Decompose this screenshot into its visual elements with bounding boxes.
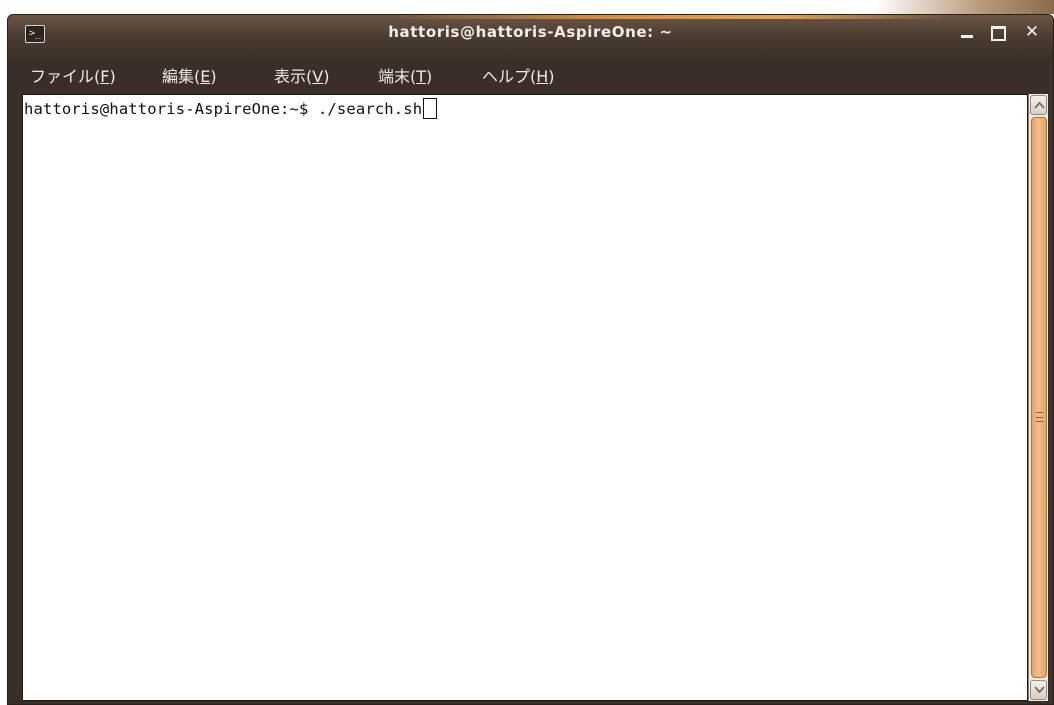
menu-help-mnemonic: H <box>536 67 549 86</box>
menu-file-label: ファイル( <box>30 67 101 86</box>
chevron-up-icon <box>1034 101 1045 109</box>
menu-help-suffix: ) <box>548 67 555 86</box>
menu-edit-mnemonic: E <box>200 67 211 86</box>
menu-terminal-mnemonic: T <box>416 67 427 86</box>
command-line: hattoris@hattoris-AspireOne:~$ ./search.… <box>24 98 438 120</box>
menu-terminal-suffix: ) <box>426 67 433 86</box>
menu-file[interactable]: ファイル(F) <box>30 66 116 88</box>
shell-prompt: hattoris@hattoris-AspireOne:~$ <box>24 100 318 118</box>
chevron-down-icon <box>1034 686 1045 694</box>
menu-bar: ファイル(F) 編集(E) 表示(V) 端末(T) ヘルプ(H) <box>8 63 1053 91</box>
menu-edit[interactable]: 編集(E) <box>162 66 217 88</box>
scroll-down-button[interactable] <box>1030 680 1047 700</box>
window-title: hattoris@hattoris-AspireOne: ~ <box>388 23 673 41</box>
menu-terminal-label: 端末( <box>378 67 417 86</box>
typed-command: ./search.sh <box>317 100 423 118</box>
menu-edit-label: 編集( <box>162 67 201 86</box>
maximize-button[interactable] <box>984 21 1010 43</box>
desktop-background <box>0 0 1054 14</box>
menu-view-suffix: ) <box>323 67 330 86</box>
minimize-button[interactable] <box>955 21 981 43</box>
menu-view-mnemonic: V <box>312 67 324 86</box>
menu-help[interactable]: ヘルプ(H) <box>482 66 555 88</box>
menu-edit-suffix: ) <box>210 67 217 86</box>
grip-icon <box>1036 412 1043 422</box>
scroll-thumb[interactable] <box>1031 117 1047 678</box>
vertical-scrollbar[interactable] <box>1028 94 1048 701</box>
window-bottom-border <box>8 701 1053 704</box>
terminal-output[interactable]: hattoris@hattoris-AspireOne:~$ ./search.… <box>22 94 1028 701</box>
menu-terminal[interactable]: 端末(T) <box>378 66 432 88</box>
title-bar-highlight <box>388 15 948 19</box>
menu-view-label: 表示( <box>274 67 313 86</box>
close-button[interactable]: ✕ <box>1019 21 1045 43</box>
menu-help-label: ヘルプ( <box>482 67 537 86</box>
menu-file-suffix: ) <box>109 67 116 86</box>
text-cursor <box>423 98 438 119</box>
scroll-up-button[interactable] <box>1030 95 1047 115</box>
terminal-window: >_ hattoris@hattoris-AspireOne: ~ ✕ ファイル… <box>7 14 1054 705</box>
title-bar[interactable]: >_ hattoris@hattoris-AspireOne: ~ ✕ <box>8 15 1053 61</box>
menu-view[interactable]: 表示(V) <box>274 66 329 88</box>
